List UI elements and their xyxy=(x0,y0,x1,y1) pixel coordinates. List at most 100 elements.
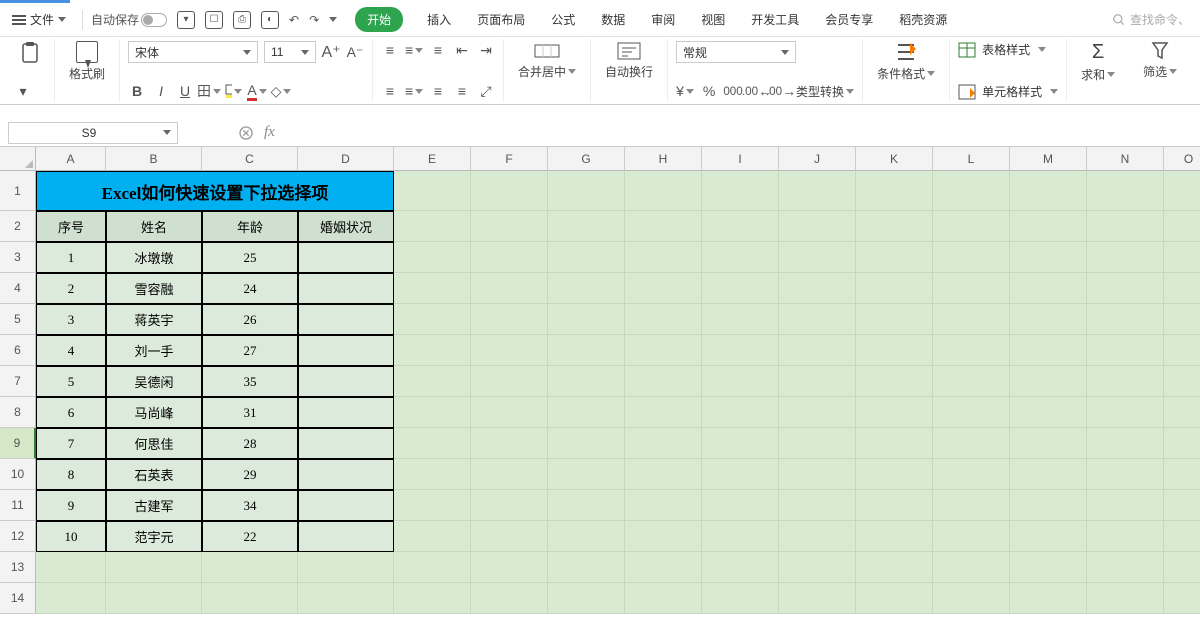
row-header[interactable]: 10 xyxy=(0,459,36,490)
paste-button[interactable] xyxy=(14,41,46,65)
cell[interactable] xyxy=(548,335,625,366)
row-header[interactable]: 8 xyxy=(0,397,36,428)
cell[interactable] xyxy=(625,552,702,583)
cell[interactable] xyxy=(702,242,779,273)
qat-redo[interactable]: ↷ xyxy=(309,13,319,27)
cell[interactable] xyxy=(1164,428,1200,459)
cell[interactable] xyxy=(779,335,856,366)
cell[interactable]: 25 xyxy=(202,242,298,273)
cell[interactable]: 3 xyxy=(36,304,106,335)
cell[interactable] xyxy=(933,583,1010,614)
cell[interactable] xyxy=(548,552,625,583)
cell[interactable] xyxy=(856,273,933,304)
select-all-corner[interactable] xyxy=(0,147,36,171)
cell[interactable] xyxy=(625,366,702,397)
cell[interactable]: 29 xyxy=(202,459,298,490)
cell[interactable] xyxy=(548,171,625,211)
underline-button[interactable]: U xyxy=(176,82,194,100)
cell[interactable] xyxy=(856,304,933,335)
cell[interactable] xyxy=(298,242,394,273)
column-header[interactable]: M xyxy=(1010,147,1087,171)
wrap-text-button[interactable]: 自动换行 xyxy=(599,41,659,80)
cell[interactable]: 2 xyxy=(36,273,106,304)
cell[interactable] xyxy=(394,397,471,428)
row-header[interactable]: 13 xyxy=(0,552,36,583)
increase-decimal-button[interactable]: .00← xyxy=(748,82,766,100)
qat-save[interactable]: ▾ xyxy=(177,11,195,29)
column-header[interactable]: G xyxy=(548,147,625,171)
column-header[interactable]: D xyxy=(298,147,394,171)
align-left-button[interactable]: ≡ xyxy=(381,82,399,100)
cell[interactable]: 范宇元 xyxy=(106,521,202,552)
cell[interactable] xyxy=(1087,552,1164,583)
cell[interactable] xyxy=(394,211,471,242)
percent-button[interactable]: % xyxy=(700,82,718,100)
row-header[interactable]: 7 xyxy=(0,366,36,397)
cell[interactable] xyxy=(856,521,933,552)
row-header[interactable]: 11 xyxy=(0,490,36,521)
cell[interactable] xyxy=(1087,366,1164,397)
cell[interactable]: 1 xyxy=(36,242,106,273)
cell[interactable] xyxy=(702,273,779,304)
row-header[interactable]: 3 xyxy=(0,242,36,273)
table-style-button[interactable]: 表格样式 xyxy=(958,41,1058,58)
cell[interactable] xyxy=(933,521,1010,552)
cell[interactable] xyxy=(298,304,394,335)
cell[interactable] xyxy=(298,273,394,304)
cell[interactable] xyxy=(548,366,625,397)
cell[interactable]: 序号 xyxy=(36,211,106,242)
cell[interactable] xyxy=(1010,211,1087,242)
cell[interactable]: 10 xyxy=(36,521,106,552)
row-header[interactable]: 6 xyxy=(0,335,36,366)
tab-page-layout[interactable]: 页面布局 xyxy=(475,7,527,32)
column-header[interactable]: B xyxy=(106,147,202,171)
cancel-icon[interactable] xyxy=(238,125,254,141)
cell[interactable] xyxy=(471,171,548,211)
cell[interactable] xyxy=(1087,397,1164,428)
column-header[interactable]: F xyxy=(471,147,548,171)
cell[interactable] xyxy=(933,335,1010,366)
cell[interactable] xyxy=(1087,273,1164,304)
fx-button[interactable]: fx xyxy=(264,124,275,141)
cell[interactable] xyxy=(856,552,933,583)
cell[interactable] xyxy=(394,552,471,583)
cell[interactable] xyxy=(1164,171,1200,211)
cell[interactable] xyxy=(856,366,933,397)
cell[interactable] xyxy=(1087,521,1164,552)
tab-review[interactable]: 审阅 xyxy=(649,7,677,32)
cell[interactable] xyxy=(856,335,933,366)
cell[interactable] xyxy=(702,459,779,490)
cell[interactable] xyxy=(702,366,779,397)
cell[interactable] xyxy=(702,211,779,242)
cell[interactable] xyxy=(1087,304,1164,335)
cell[interactable] xyxy=(548,428,625,459)
cell[interactable] xyxy=(36,583,106,614)
cell[interactable] xyxy=(856,171,933,211)
align-justify-button[interactable]: ≡ xyxy=(453,82,471,100)
qat-print[interactable]: ⎙ xyxy=(233,11,251,29)
cell[interactable] xyxy=(625,171,702,211)
cell[interactable]: 婚姻状况 xyxy=(298,211,394,242)
column-header[interactable]: I xyxy=(702,147,779,171)
cell[interactable] xyxy=(933,428,1010,459)
cell[interactable] xyxy=(1010,304,1087,335)
cell[interactable]: 26 xyxy=(202,304,298,335)
cell[interactable] xyxy=(394,171,471,211)
merge-center-button[interactable]: 合并居中 xyxy=(512,41,582,80)
cell[interactable] xyxy=(1010,428,1087,459)
tab-start[interactable]: 开始 xyxy=(355,7,403,32)
cell[interactable]: 蒋英宇 xyxy=(106,304,202,335)
cell[interactable] xyxy=(625,490,702,521)
cell[interactable] xyxy=(625,428,702,459)
qat-more[interactable] xyxy=(329,17,337,22)
column-header[interactable]: E xyxy=(394,147,471,171)
indent-decrease-button[interactable]: ⇤ xyxy=(453,41,471,59)
cell[interactable]: 9 xyxy=(36,490,106,521)
increase-font-button[interactable]: A⁺ xyxy=(322,43,340,61)
column-header[interactable]: C xyxy=(202,147,298,171)
row-header[interactable]: 9 xyxy=(0,428,36,459)
file-menu[interactable]: 文件 xyxy=(4,6,74,34)
cell[interactable] xyxy=(1010,242,1087,273)
cell[interactable] xyxy=(1164,459,1200,490)
column-header[interactable]: H xyxy=(625,147,702,171)
